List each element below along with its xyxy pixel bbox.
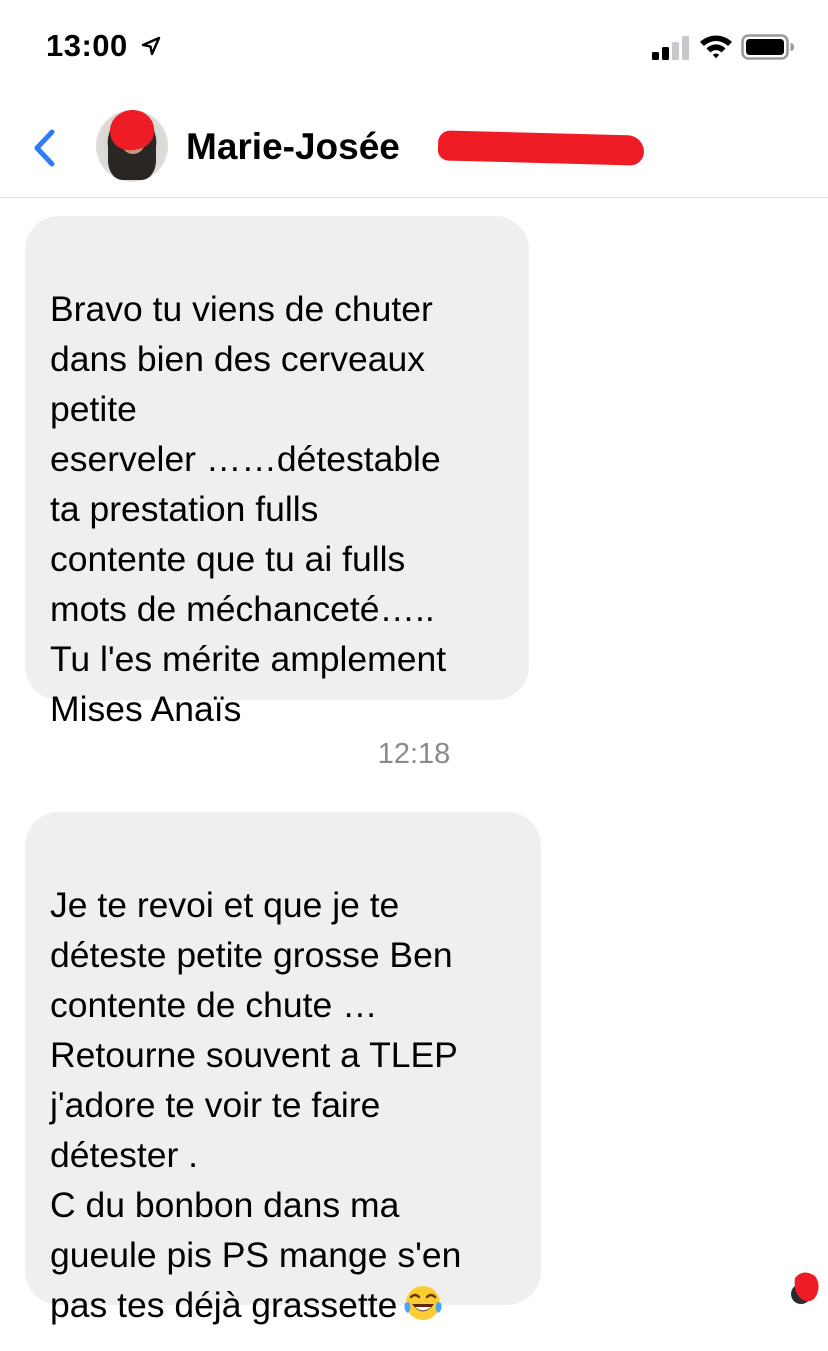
status-time: 13:00 (46, 28, 128, 63)
message-bubble[interactable]: Je te revoi et que je te déteste petite … (25, 812, 541, 1325)
status-bar: 13:00 (0, 0, 828, 96)
message-text: Je te revoi et que je te déteste petite … (50, 885, 462, 1325)
timestamp-text: 12:18 (377, 738, 451, 770)
message-bubble[interactable]: Bravo tu viens de chuter dans bien des c… (25, 216, 529, 729)
location-arrow-icon (141, 36, 161, 56)
name-redaction-mark (437, 130, 645, 166)
contact-name[interactable]: Marie-Josée (186, 126, 400, 168)
chat-header: Marie-Josée (0, 96, 828, 198)
message-text: Bravo tu viens de chuter dans bien des c… (50, 289, 447, 729)
cellular-signal-icon (652, 36, 689, 60)
read-receipt-avatar-icon (791, 1272, 819, 1304)
laughing-tears-emoji-icon (404, 1286, 442, 1320)
back-chevron-icon[interactable] (28, 126, 64, 170)
wifi-icon (700, 35, 732, 59)
message-timestamp: 12:18 (0, 738, 828, 771)
contact-avatar[interactable] (96, 110, 168, 182)
battery-icon (741, 34, 794, 60)
